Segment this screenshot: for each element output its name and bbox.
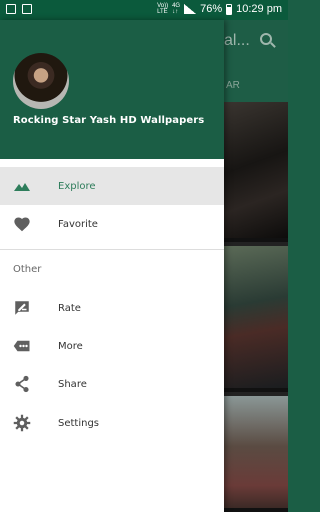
drawer-header: Rocking Star Yash HD Wallpapers [0, 20, 224, 159]
menu-item-label: Rate [58, 302, 81, 314]
status-bar: Vo)) LTE 4G ↓↑ 76% 10:29 pm [0, 0, 288, 20]
message-notification-icon [22, 4, 32, 14]
drawer-header-title: Rocking Star Yash HD Wallpapers [13, 115, 205, 126]
data-arrows: ↓↑ [172, 9, 179, 15]
menu-item-label: Settings [58, 417, 100, 429]
status-left-icons [6, 4, 32, 14]
menu-item-label: More [58, 340, 83, 352]
share-icon [13, 375, 31, 393]
drawer-divider [0, 249, 224, 250]
status-right: Vo)) LTE 4G ↓↑ 76% 10:29 pm [157, 3, 282, 15]
menu-item-share[interactable]: Share [0, 365, 224, 403]
search-icon [260, 33, 272, 45]
background-tab: AR [226, 80, 240, 91]
landscape-icon [13, 177, 31, 195]
menu-item-explore[interactable]: Explore [0, 167, 224, 205]
menu-item-settings[interactable]: Settings [0, 404, 224, 442]
menu-item-label: Explore [58, 180, 96, 192]
wallpaper-grid [224, 102, 288, 512]
menu-item-favorite[interactable]: Favorite [0, 205, 224, 243]
avatar [13, 53, 69, 109]
volte-bottom: LTE [157, 9, 168, 15]
more-tag-icon [13, 337, 31, 355]
menu-item-more[interactable]: More [0, 327, 224, 365]
volte-indicator: Vo)) LTE [157, 3, 168, 15]
clock: 10:29 pm [236, 3, 282, 15]
menu-item-rate[interactable]: Rate [0, 289, 224, 327]
battery-percent: 76% [200, 3, 223, 15]
rate-review-icon [13, 299, 31, 317]
signal-icon [184, 4, 197, 14]
heart-icon [13, 215, 31, 233]
wallpaper-thumbnail [224, 102, 288, 242]
menu-item-label: Share [58, 378, 87, 390]
gallery-notification-icon [6, 4, 16, 14]
background-toolbar-title: al... [224, 32, 250, 49]
navigation-drawer: Rocking Star Yash HD Wallpapers Explore … [0, 20, 224, 512]
menu-item-label: Favorite [58, 218, 98, 230]
settings-gear-icon [13, 414, 31, 432]
battery-icon [226, 3, 233, 15]
data-indicator: 4G ↓↑ [172, 3, 180, 15]
section-title-other: Other [13, 264, 42, 275]
wallpaper-thumbnail [224, 246, 288, 392]
wallpaper-thumbnail [224, 396, 288, 512]
